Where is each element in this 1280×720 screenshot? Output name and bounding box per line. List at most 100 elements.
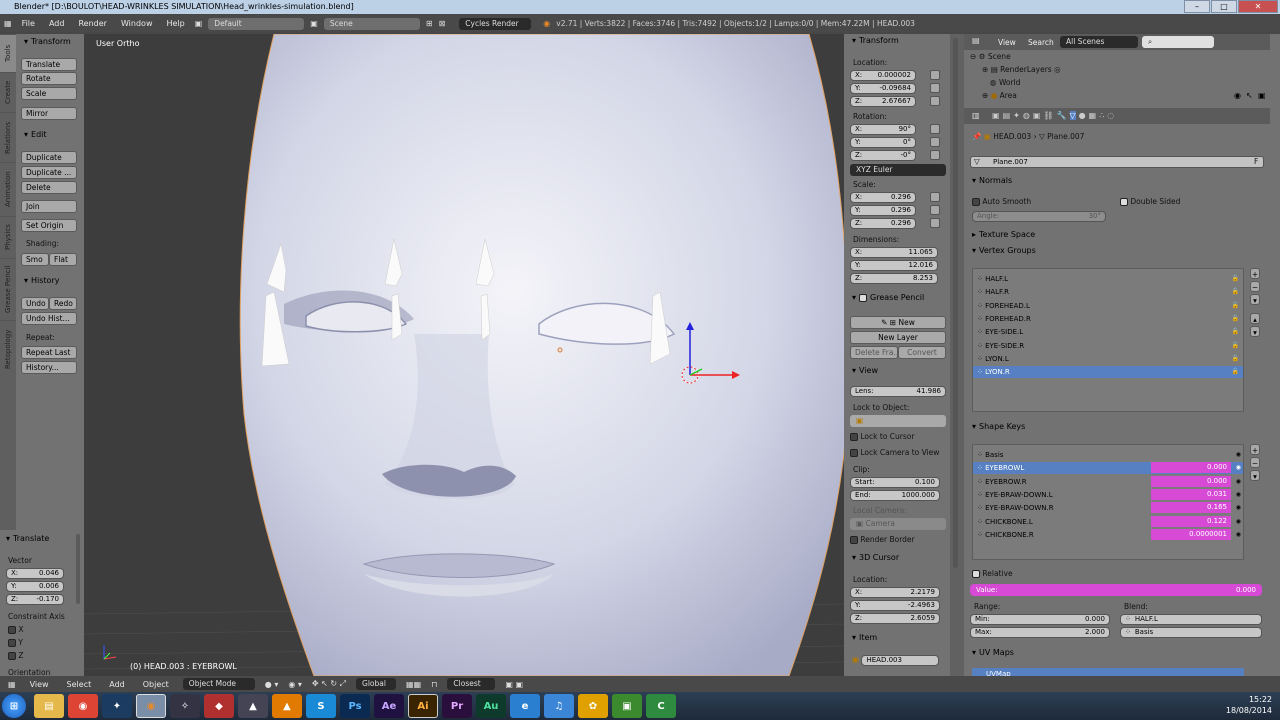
vertex-group-row[interactable]: ⁘ EYE-SIDE.L 🔓 xyxy=(973,326,1243,338)
delete-frame-button[interactable]: Delete Fra... xyxy=(850,346,898,359)
layers-grid-icon[interactable]: ▦▦ xyxy=(406,680,421,689)
cursor-z-field[interactable]: Z: 2.6059 xyxy=(850,613,940,624)
smooth-button[interactable]: Smo xyxy=(21,253,49,266)
constraints-tab-icon[interactable]: ⛓ xyxy=(1043,111,1053,120)
outliner-item-renderlayers[interactable]: ⊕ ▤ RenderLayers ◎ xyxy=(982,65,1061,74)
close-button[interactable]: ✕ xyxy=(1238,0,1278,13)
shape-value-slider[interactable]: Value: 0.000 xyxy=(970,584,1262,596)
range-min-field[interactable]: Min: 0.000 xyxy=(970,614,1110,625)
operator-header[interactable]: ▾ Translate xyxy=(6,534,49,543)
outliner-scenes-select[interactable]: All Scenes xyxy=(1060,36,1138,48)
constraint-x-checkbox[interactable]: X xyxy=(8,625,24,634)
3d-cursor-header[interactable]: ▾ 3D Cursor xyxy=(852,553,899,562)
outliner-item-world[interactable]: ◍ World xyxy=(990,78,1020,87)
rotate-button[interactable]: Rotate xyxy=(21,72,77,85)
cursor-x-field[interactable]: X: 2.2179 xyxy=(850,587,940,598)
visibility-eye-icon[interactable]: ◉ xyxy=(1236,476,1241,488)
physics-tab-icon[interactable]: ◌ xyxy=(1107,111,1114,120)
tab-relations[interactable]: Relations xyxy=(0,112,16,162)
location-z-field[interactable]: Z: 2.67667 xyxy=(850,96,916,107)
shape-keys-list[interactable]: ⁘ Basis ◉ ⁘ EYEBROWL 0.000 ◉ ⁘ EYEBROW.R 0.000… xyxy=(972,444,1244,560)
view-panel-header[interactable]: ▾ View xyxy=(852,366,878,375)
shape-key-row[interactable]: ⁘ CHICKBONE.L 0.122 ◉ xyxy=(973,515,1243,528)
render-preview-icon[interactable]: ▣ ▣ xyxy=(505,680,523,689)
scale-y-field[interactable]: Y: 0.296 xyxy=(850,205,916,216)
tab-retopology[interactable]: Retopology xyxy=(0,320,16,378)
lock-icon[interactable]: 🔓 xyxy=(1232,300,1239,312)
fake-user-button[interactable]: F xyxy=(1254,157,1258,166)
world-tab-icon[interactable]: ◍ xyxy=(1023,111,1030,120)
maximize-button[interactable]: □ xyxy=(1211,0,1237,13)
sidebar-scrollbar[interactable] xyxy=(953,38,958,568)
convert-button[interactable]: Convert xyxy=(898,346,946,359)
lock-icon[interactable]: 🔓 xyxy=(1232,273,1239,285)
render-engine-select[interactable]: Cycles Render xyxy=(459,17,532,30)
auto-smooth-checkbox[interactable]: Auto Smooth xyxy=(972,197,1031,206)
lock-icon[interactable] xyxy=(930,124,940,134)
taskbar-app-3[interactable]: ✦ xyxy=(102,694,132,718)
taskbar-illustrator[interactable]: Ai xyxy=(408,694,438,718)
grease-pencil-header[interactable]: ▾ Grease Pencil xyxy=(852,293,924,302)
history-panel-header[interactable]: ▾ History xyxy=(24,276,59,285)
vector-y-field[interactable]: Y: 0.006 xyxy=(6,581,64,592)
taskbar-photoshop[interactable]: Ps xyxy=(340,694,370,718)
lock-icon[interactable] xyxy=(930,150,940,160)
visibility-eye-icon[interactable]: ◉ xyxy=(1236,489,1241,501)
rotation-mode-select[interactable]: XYZ Euler xyxy=(850,164,946,176)
rotation-x-field[interactable]: X: 90° xyxy=(850,124,916,135)
cursor-y-field[interactable]: Y: -2.4963 xyxy=(850,600,940,611)
taskbar-flower[interactable]: ✿ xyxy=(578,694,608,718)
shape-key-row[interactable]: ⁘ EYEBROW.R 0.000 ◉ xyxy=(973,475,1243,488)
menu-add[interactable]: Add xyxy=(45,19,69,28)
visibility-eye-icon[interactable]: ◉ xyxy=(1236,449,1241,461)
shape-key-row[interactable]: ⁘ CHICKBONE.R 0.0000001 ◉ xyxy=(973,528,1243,541)
scene-tab-icon[interactable]: ✦ xyxy=(1013,111,1020,120)
repeat-last-button[interactable]: Repeat Last xyxy=(21,346,77,359)
pivot-icon[interactable]: ◉ ▾ xyxy=(288,680,302,689)
lock-icon[interactable]: 🔓 xyxy=(1232,340,1239,352)
scale-button[interactable]: Scale xyxy=(21,87,77,100)
clip-start-field[interactable]: Start: 0.100 xyxy=(850,477,940,488)
shape-key-value[interactable]: 0.000 xyxy=(1151,462,1231,474)
rotation-y-field[interactable]: Y: 0° xyxy=(850,137,916,148)
dimension-y-field[interactable]: Y: 12.016 xyxy=(850,260,938,271)
translate-button[interactable]: Translate xyxy=(21,58,77,71)
vertex-group-row[interactable]: ⁘ LYON.R 🔓 xyxy=(973,366,1243,379)
delete-button[interactable]: Delete xyxy=(21,181,77,194)
remove-shape-key-button[interactable]: − xyxy=(1250,457,1260,468)
n-transform-header[interactable]: ▾ Transform xyxy=(852,36,899,45)
material-tab-icon[interactable]: ● xyxy=(1079,111,1086,120)
duplicate-button[interactable]: Duplicate xyxy=(21,151,77,164)
layout-icon[interactable]: ▣ xyxy=(195,19,203,28)
object-tab-icon[interactable]: ▣ xyxy=(1033,111,1041,120)
taskbar-app-6[interactable]: ◆ xyxy=(204,694,234,718)
mirror-button[interactable]: Mirror xyxy=(21,107,77,120)
angle-field[interactable]: Angle: 30° xyxy=(972,211,1106,222)
set-origin-button[interactable]: Set Origin xyxy=(21,219,77,232)
layout-select[interactable]: Default xyxy=(208,17,305,30)
taskbar-evernote[interactable]: ▣ xyxy=(612,694,642,718)
scene-icon[interactable]: ▣ xyxy=(310,19,318,28)
mode-select[interactable]: Object Mode xyxy=(182,678,255,690)
scene-select[interactable]: Scene xyxy=(323,17,420,30)
taskbar-audition[interactable]: Au xyxy=(476,694,506,718)
taskbar-chrome[interactable]: ◉ xyxy=(68,694,98,718)
texture-space-header[interactable]: ▸ Texture Space xyxy=(972,230,1035,239)
lock-object-field[interactable]: ▣ xyxy=(850,415,946,427)
clip-end-field[interactable]: End: 1000.000 xyxy=(850,490,940,501)
modifiers-tab-icon[interactable]: 🔧 xyxy=(1057,111,1067,120)
menu-file[interactable]: File xyxy=(18,19,39,28)
minimize-button[interactable]: – xyxy=(1184,0,1210,13)
vertex-group-row[interactable]: ⁘ EYE-SIDE.R 🔓 xyxy=(973,340,1243,352)
location-x-field[interactable]: X: 0.000002 xyxy=(850,70,916,81)
tab-animation[interactable]: Animation xyxy=(0,162,16,216)
blend-vertex-group-field[interactable]: ⁘ HALF.L xyxy=(1120,614,1262,625)
outliner-search-menu[interactable]: Search xyxy=(1028,38,1054,47)
taskbar-itunes[interactable]: ♫ xyxy=(544,694,574,718)
relative-key-field[interactable]: ⁘ Basis xyxy=(1120,627,1262,638)
edit-panel-header[interactable]: ▾ Edit xyxy=(24,130,47,139)
taskbar-camtasia[interactable]: C xyxy=(646,694,676,718)
orientation-select[interactable]: Global xyxy=(356,678,397,690)
duplicate-linked-button[interactable]: Duplicate ... xyxy=(21,166,77,179)
lock-icon[interactable] xyxy=(930,137,940,147)
